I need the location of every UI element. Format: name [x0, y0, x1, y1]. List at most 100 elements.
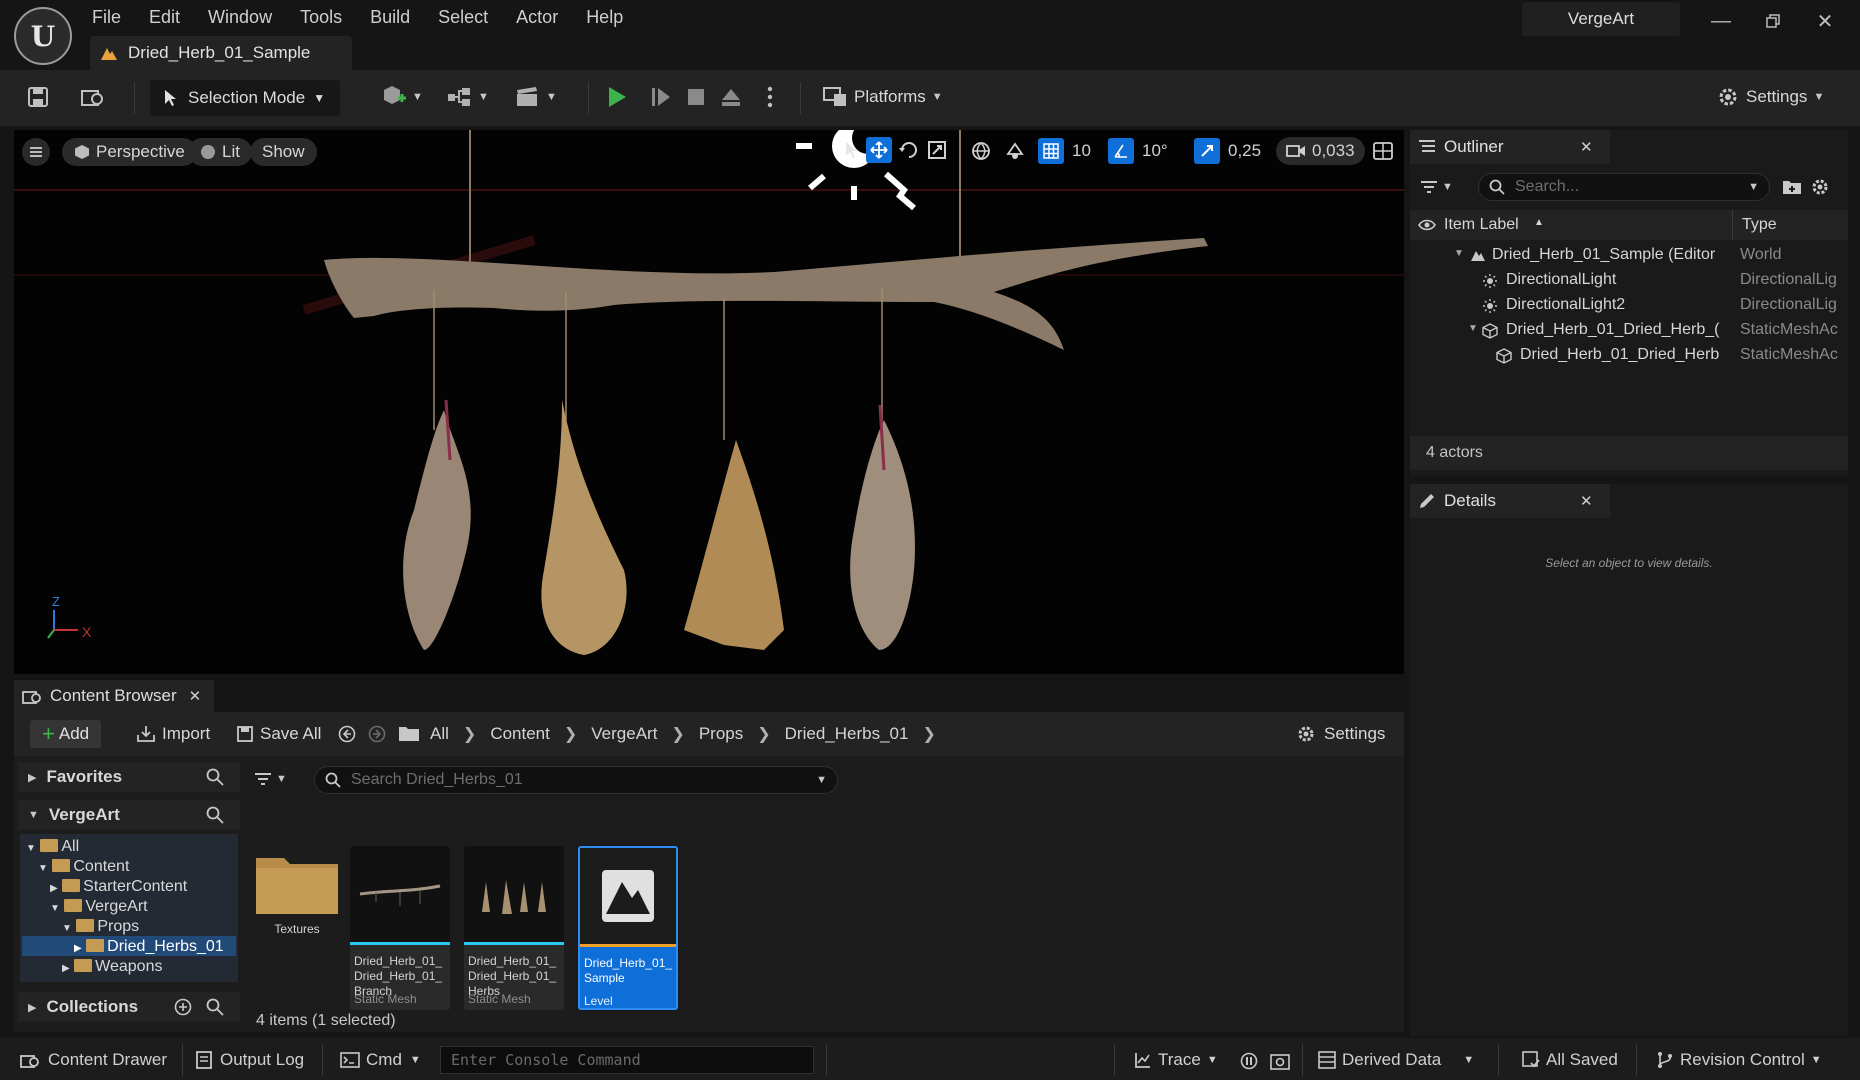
folder-icon[interactable] — [398, 725, 420, 743]
collapse-arrow-icon[interactable]: ▼ — [1468, 323, 1478, 334]
surface-snap-icon[interactable] — [1004, 140, 1026, 162]
tree-item-dried-herbs[interactable]: ▶ Dried_Herbs_01 — [74, 938, 224, 958]
camera-speed-button[interactable]: 0,033 — [1276, 137, 1365, 165]
collapse-arrow-icon[interactable]: ▼ — [1454, 248, 1464, 259]
collections-section[interactable]: ▶ Collections — [18, 992, 240, 1022]
asset-tile-sample-level[interactable]: Dried_Herb_01_ Sample Level — [578, 846, 678, 1010]
perspective-button[interactable]: Perspective — [62, 138, 197, 166]
chevron-right-icon[interactable]: ❯ — [463, 724, 476, 744]
unreal-logo-icon[interactable]: U — [14, 7, 72, 65]
close-icon[interactable]: ✕ — [1580, 138, 1593, 156]
breadcrumb-content[interactable]: Content — [490, 724, 550, 744]
forward-icon[interactable] — [368, 725, 386, 743]
menu-actor[interactable]: Actor — [502, 3, 572, 31]
content-drawer-button[interactable]: Content Drawer — [20, 1046, 167, 1074]
search-icon[interactable] — [206, 998, 224, 1016]
rotation-snap-toggle[interactable]: 10° — [1108, 137, 1168, 165]
outliner-row[interactable]: ▼ Dried_Herb_01_Sample (Editor World — [1410, 244, 1848, 269]
outliner-tab[interactable]: Outliner ✕ — [1410, 130, 1610, 164]
restore-icon[interactable] — [1748, 4, 1798, 38]
column-divider[interactable] — [1732, 210, 1733, 240]
favorites-section[interactable]: ▶ Favorites — [18, 762, 240, 792]
level-viewport[interactable]: Z X Perspective Lit Show 10 10° 0,25 0,0… — [14, 130, 1404, 674]
add-button[interactable]: + Add — [30, 720, 102, 748]
output-log-button[interactable]: Output Log — [196, 1046, 304, 1074]
console-command-input[interactable]: Enter Console Command — [440, 1046, 814, 1074]
content-browser-tab[interactable]: Content Browser ✕ — [14, 680, 214, 712]
scale-icon[interactable] — [926, 139, 948, 161]
menu-window[interactable]: Window — [194, 3, 286, 31]
col-type[interactable]: Type — [1742, 216, 1777, 234]
record-icon[interactable] — [1240, 1052, 1258, 1070]
asset-tile-textures[interactable] — [254, 852, 340, 916]
scale-snap-toggle[interactable]: 0,25 — [1194, 137, 1261, 165]
menu-edit[interactable]: Edit — [135, 3, 194, 31]
gear-icon[interactable] — [1810, 177, 1830, 197]
rotate-icon[interactable] — [898, 139, 920, 161]
revision-control-dropdown[interactable]: Revision Control ▼ — [1656, 1046, 1822, 1074]
settings-dropdown[interactable]: Settings ▼ — [1716, 78, 1846, 116]
outliner-row[interactable]: DirectionalLight DirectionalLig — [1410, 269, 1848, 294]
visibility-eye-icon[interactable] — [1418, 218, 1436, 232]
show-button[interactable]: Show — [250, 138, 317, 166]
details-tab[interactable]: Details ✕ — [1410, 484, 1610, 518]
chevron-right-icon[interactable]: ❯ — [757, 724, 770, 744]
menu-help[interactable]: Help — [572, 3, 637, 31]
cinematics-icon[interactable]: ▼ — [514, 78, 564, 116]
col-item-label[interactable]: Item Label — [1444, 216, 1519, 234]
play-icon[interactable] — [606, 78, 636, 116]
chevron-right-icon[interactable]: ❯ — [922, 724, 935, 744]
close-icon[interactable]: ✕ — [189, 687, 202, 705]
new-folder-icon[interactable] — [1782, 178, 1802, 196]
menu-select[interactable]: Select — [424, 3, 502, 31]
asset-search-input[interactable]: Search Dried_Herbs_01 ▼ — [314, 766, 838, 794]
blueprint-icon[interactable]: ▼ — [446, 78, 496, 116]
menu-tools[interactable]: Tools — [286, 3, 356, 31]
outliner-row[interactable]: ▼ Dried_Herb_01_Dried_Herb_( StaticMeshA… — [1410, 319, 1848, 344]
close-icon[interactable]: ✕ — [1580, 492, 1593, 510]
step-icon[interactable] — [650, 78, 680, 116]
stop-icon[interactable] — [686, 78, 716, 116]
menu-build[interactable]: Build — [356, 3, 424, 31]
hamburger-menu-icon[interactable] — [22, 138, 50, 166]
outliner-search-input[interactable]: Search... ▼ — [1478, 173, 1770, 201]
select-arrow-icon[interactable] — [840, 139, 862, 161]
breadcrumb-props[interactable]: Props — [699, 724, 743, 744]
viewport-layout-icon[interactable] — [1372, 140, 1394, 162]
back-icon[interactable] — [338, 725, 356, 743]
world-space-icon[interactable] — [970, 140, 992, 162]
move-icon[interactable] — [866, 137, 892, 163]
breadcrumb-dried-herbs[interactable]: Dried_Herbs_01 — [785, 724, 909, 744]
breadcrumb-vergeart[interactable]: VergeArt — [591, 724, 657, 744]
outliner-row[interactable]: Dried_Herb_01_Dried_Herb StaticMeshAc — [1410, 344, 1848, 369]
tree-item-props[interactable]: ▼ Props — [62, 918, 139, 938]
asset-tile-herbs[interactable]: Dried_Herb_01_ Dried_Herb_01_ Herbs Stat… — [464, 846, 564, 1010]
trace-dropdown[interactable]: Trace ▼ — [1134, 1046, 1218, 1074]
breadcrumb-all[interactable]: All — [430, 724, 449, 744]
search-icon[interactable] — [206, 768, 224, 786]
tree-item-all[interactable]: ▼ All — [26, 838, 79, 858]
cmd-dropdown[interactable]: Cmd ▼ — [340, 1046, 421, 1074]
save-all-button[interactable]: Save All — [236, 720, 321, 748]
cb-settings-button[interactable]: Settings — [1296, 720, 1385, 748]
add-actor-icon[interactable]: ▼ — [380, 78, 430, 116]
chevron-right-icon[interactable]: ❯ — [564, 724, 577, 744]
search-icon[interactable] — [206, 806, 224, 824]
lit-button[interactable]: Lit — [188, 138, 252, 166]
asset-tile-branch[interactable]: Dried_Herb_01_ Dried_Herb_01_ Branch Sta… — [350, 846, 450, 1010]
selection-mode-dropdown[interactable]: Selection Mode ▼ — [150, 80, 340, 116]
tree-item-weapons[interactable]: ▶ Weapons — [62, 958, 162, 978]
filter-dropdown[interactable]: ▼ — [1420, 172, 1453, 202]
tree-item-startercontent[interactable]: ▶ StarterContent — [50, 878, 187, 898]
more-options-icon[interactable] — [760, 78, 780, 116]
tree-item-vergeart[interactable]: ▼ VergeArt — [50, 898, 148, 918]
snapshot-icon[interactable] — [1270, 1052, 1290, 1070]
document-tab[interactable]: Dried_Herb_01_Sample — [90, 36, 352, 70]
platforms-dropdown[interactable]: Platforms ▼ — [822, 78, 982, 116]
minimize-icon[interactable]: — — [1696, 4, 1746, 38]
derived-data-dropdown[interactable]: Derived Data ▼ — [1318, 1046, 1474, 1074]
menu-file[interactable]: File — [78, 3, 135, 31]
all-saved-button[interactable]: All Saved — [1522, 1046, 1618, 1074]
eject-icon[interactable] — [720, 78, 750, 116]
vergeart-section[interactable]: ▼ VergeArt — [18, 800, 240, 830]
